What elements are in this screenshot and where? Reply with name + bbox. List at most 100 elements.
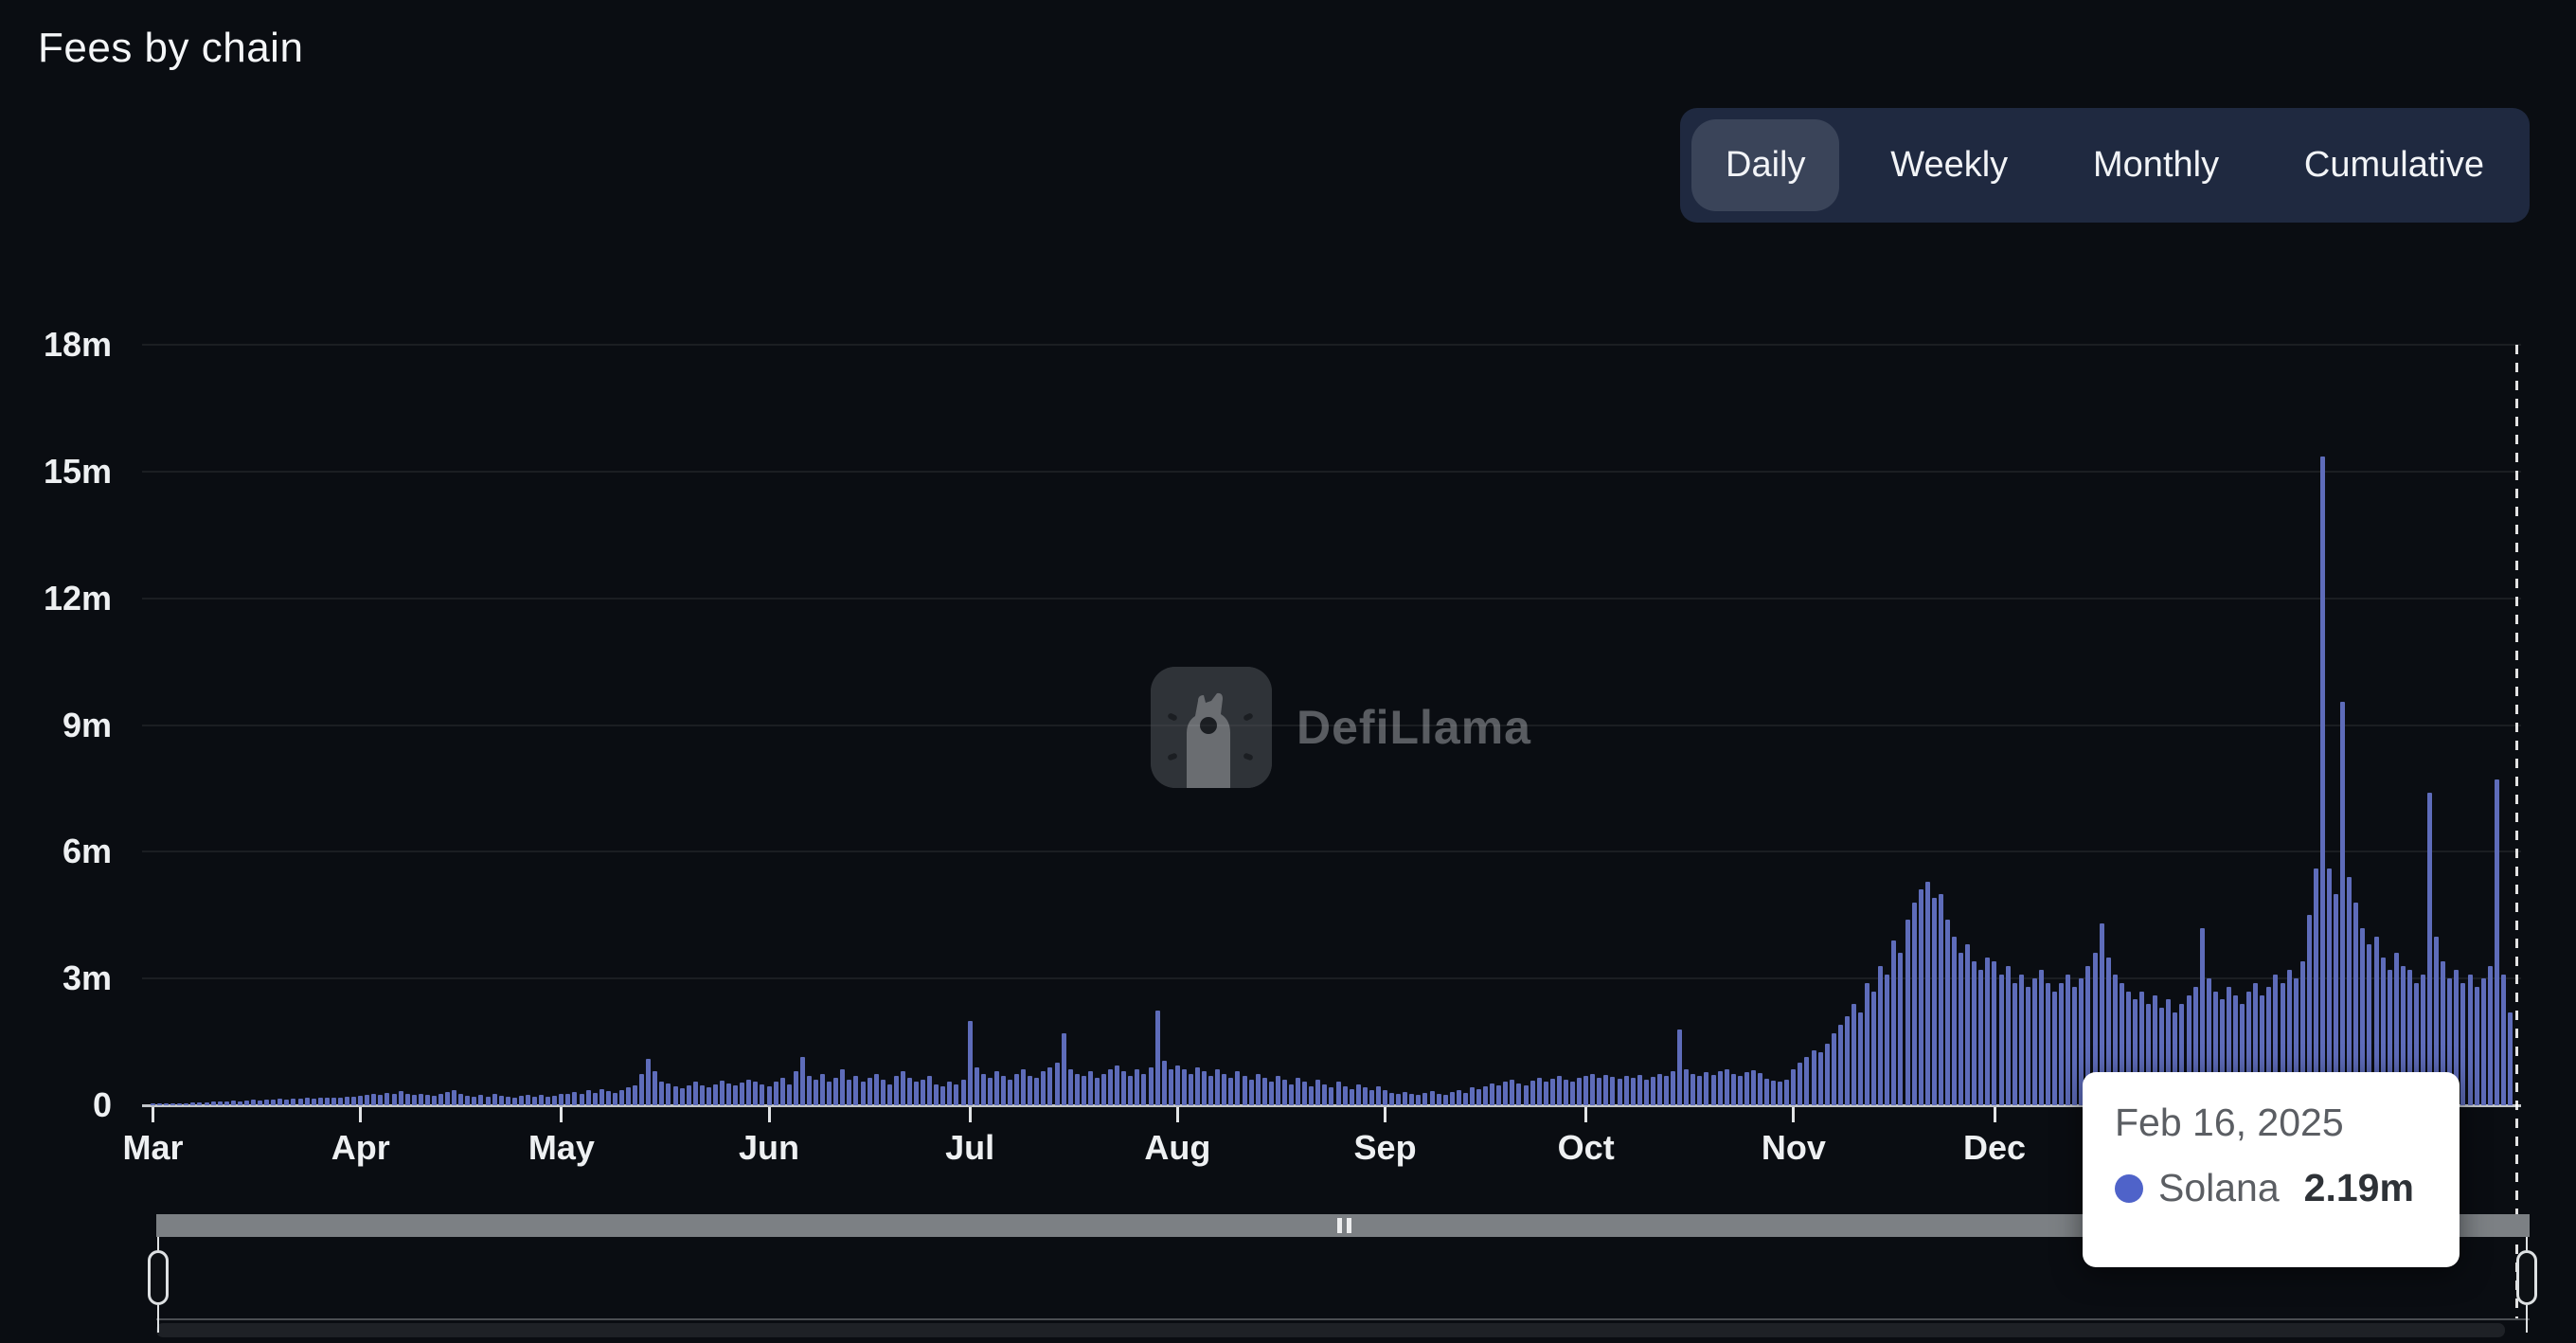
bar[interactable]	[1530, 1081, 1535, 1105]
bar[interactable]	[1034, 1078, 1040, 1105]
bar[interactable]	[204, 1101, 209, 1105]
bar[interactable]	[1028, 1075, 1033, 1105]
bar[interactable]	[164, 1103, 170, 1105]
bar[interactable]	[472, 1097, 477, 1105]
bar[interactable]	[478, 1095, 484, 1105]
bar[interactable]	[1603, 1074, 1609, 1105]
bar[interactable]	[1643, 1080, 1649, 1105]
bar[interactable]	[1389, 1092, 1395, 1105]
bar[interactable]	[1623, 1075, 1629, 1105]
bar[interactable]	[297, 1099, 303, 1105]
bar[interactable]	[1355, 1083, 1361, 1105]
bar[interactable]	[1329, 1087, 1334, 1105]
bar[interactable]	[2494, 779, 2499, 1105]
bar[interactable]	[1771, 1081, 1777, 1105]
bar[interactable]	[2487, 965, 2493, 1105]
bar[interactable]	[893, 1075, 899, 1105]
bar[interactable]	[1664, 1075, 1669, 1105]
bar[interactable]	[1268, 1082, 1274, 1105]
bar[interactable]	[1630, 1077, 1636, 1105]
bar[interactable]	[197, 1101, 203, 1105]
bar[interactable]	[699, 1084, 705, 1105]
bar[interactable]	[659, 1082, 665, 1105]
bar[interactable]	[639, 1073, 645, 1105]
bar[interactable]	[653, 1071, 658, 1105]
bar[interactable]	[585, 1090, 591, 1105]
bar[interactable]	[806, 1075, 812, 1105]
bar[interactable]	[1490, 1083, 1495, 1105]
bar[interactable]	[1094, 1078, 1100, 1105]
bar[interactable]	[525, 1094, 530, 1105]
bar[interactable]	[1898, 953, 1904, 1105]
bar[interactable]	[1296, 1078, 1301, 1105]
bar[interactable]	[967, 1020, 973, 1105]
bar[interactable]	[1965, 944, 1971, 1105]
bar[interactable]	[1811, 1050, 1816, 1105]
bar[interactable]	[1784, 1080, 1790, 1105]
bar[interactable]	[779, 1078, 785, 1105]
bar[interactable]	[1978, 970, 1984, 1105]
bar[interactable]	[1944, 919, 1950, 1105]
bar[interactable]	[1154, 1010, 1160, 1105]
bar[interactable]	[184, 1102, 189, 1105]
bar[interactable]	[1690, 1073, 1696, 1105]
bar[interactable]	[1617, 1079, 1622, 1105]
bar[interactable]	[1349, 1089, 1354, 1105]
bar[interactable]	[773, 1082, 778, 1105]
bar[interactable]	[539, 1095, 545, 1105]
bar[interactable]	[1449, 1091, 1455, 1105]
bar[interactable]	[1476, 1089, 1482, 1105]
bar[interactable]	[2427, 792, 2433, 1105]
bar[interactable]	[1543, 1082, 1548, 1105]
bar[interactable]	[886, 1083, 892, 1105]
bar[interactable]	[431, 1096, 437, 1105]
bar[interactable]	[1677, 1029, 1683, 1105]
bar[interactable]	[2031, 978, 2037, 1105]
bar[interactable]	[692, 1082, 698, 1105]
bar[interactable]	[1148, 1066, 1154, 1105]
bar[interactable]	[271, 1100, 277, 1105]
bar[interactable]	[559, 1094, 564, 1105]
bar[interactable]	[814, 1080, 818, 1105]
bar[interactable]	[633, 1084, 638, 1105]
bar[interactable]	[672, 1086, 678, 1105]
bar[interactable]	[1121, 1071, 1127, 1105]
bar[interactable]	[579, 1094, 584, 1105]
bar[interactable]	[345, 1097, 350, 1105]
bar[interactable]	[2474, 987, 2479, 1105]
bar[interactable]	[1837, 1025, 1843, 1105]
bar[interactable]	[1315, 1080, 1321, 1105]
bar[interactable]	[1858, 1012, 1864, 1105]
bar[interactable]	[1985, 957, 1991, 1105]
bar[interactable]	[217, 1101, 223, 1105]
bar[interactable]	[1289, 1083, 1295, 1105]
bar[interactable]	[243, 1100, 249, 1105]
bar[interactable]	[1014, 1073, 1020, 1105]
bar[interactable]	[740, 1082, 745, 1105]
bar[interactable]	[1750, 1070, 1756, 1105]
bar[interactable]	[1275, 1075, 1280, 1105]
bar[interactable]	[1549, 1079, 1555, 1105]
bar[interactable]	[666, 1083, 671, 1105]
bar[interactable]	[940, 1085, 946, 1105]
bar[interactable]	[1938, 893, 1943, 1105]
bar[interactable]	[1952, 936, 1958, 1105]
bar[interactable]	[2313, 868, 2318, 1105]
bar[interactable]	[1865, 982, 1870, 1105]
bar[interactable]	[1222, 1073, 1227, 1105]
bar[interactable]	[873, 1073, 879, 1105]
bar[interactable]	[1764, 1079, 1770, 1105]
bar[interactable]	[712, 1083, 718, 1105]
bar[interactable]	[1757, 1073, 1762, 1105]
bar[interactable]	[2059, 982, 2065, 1105]
bar[interactable]	[1469, 1087, 1475, 1105]
bar[interactable]	[626, 1087, 632, 1105]
bar[interactable]	[853, 1075, 859, 1105]
bar[interactable]	[1998, 974, 2004, 1105]
bar[interactable]	[1248, 1080, 1254, 1105]
bar[interactable]	[1181, 1069, 1187, 1105]
bar[interactable]	[1141, 1073, 1147, 1105]
bar[interactable]	[492, 1094, 497, 1105]
bar[interactable]	[760, 1083, 765, 1105]
bar[interactable]	[1135, 1069, 1140, 1105]
